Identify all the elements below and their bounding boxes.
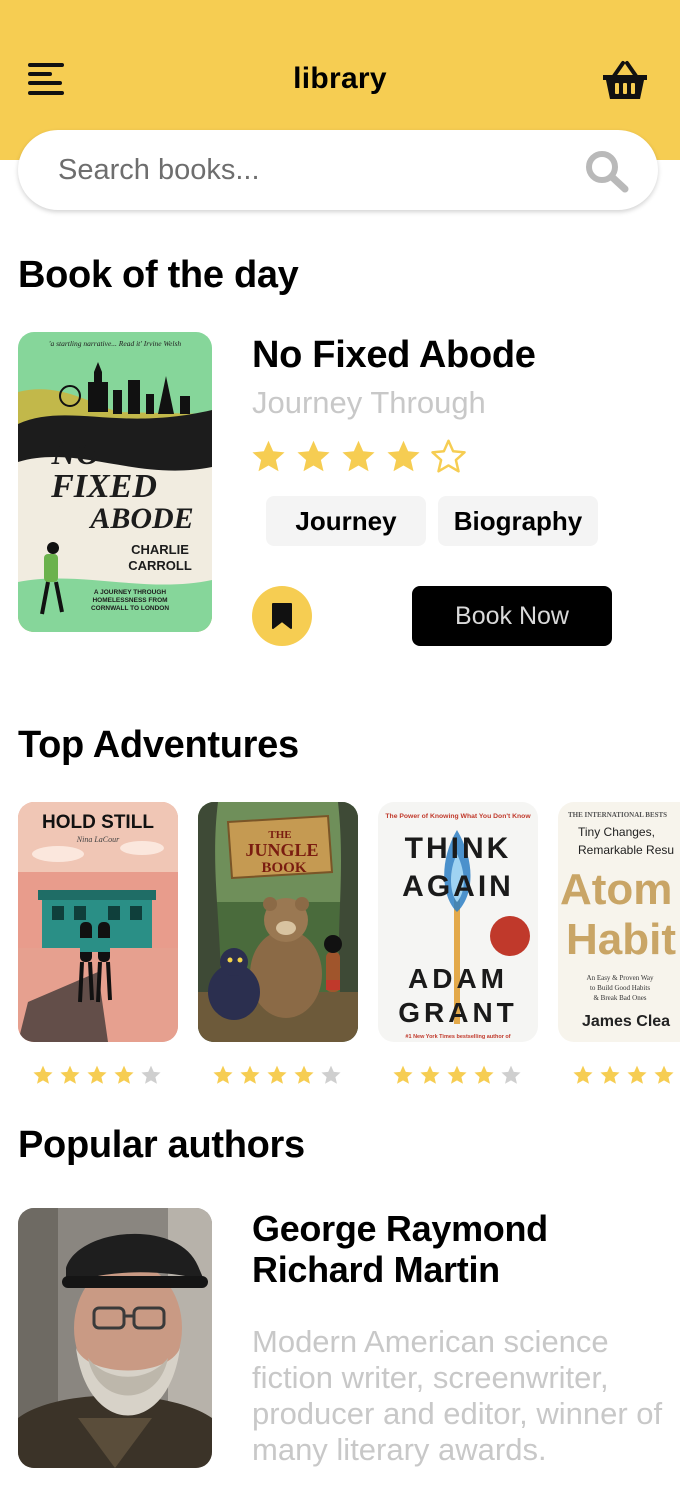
cover-kicker: The Power of Knowing What You Don't Know: [385, 813, 531, 820]
star-filled-icon: [627, 1065, 647, 1084]
cover-title-line-2: FIXED: [50, 468, 157, 505]
section-title-top-adventures: Top Adventures: [18, 724, 299, 766]
basket-icon: [603, 61, 647, 99]
cover-tagline-line-2: to Build Good Habits: [590, 984, 650, 992]
cover-title: HOLD STILL: [42, 812, 154, 833]
cover-author-line-1: ADAM: [408, 963, 508, 994]
cover-blurb: 'a startling narrative... Read it' Irvin…: [49, 339, 182, 348]
star-filled-icon: [474, 1065, 494, 1084]
bookmark-button[interactable]: [252, 586, 312, 646]
star-filled-icon: [393, 1065, 413, 1084]
star-filled-icon: [252, 440, 285, 472]
star-filled-icon: [87, 1065, 107, 1084]
search-input[interactable]: [58, 148, 558, 192]
adventure-book-cover[interactable]: THE JUNGLE BOOK: [198, 802, 358, 1042]
cover-kicker: THE INTERNATIONAL BESTS: [568, 811, 667, 819]
author-photo[interactable]: [18, 1208, 212, 1468]
bookmark-icon: [272, 603, 292, 629]
cover-author-line-2: CARROLL: [128, 558, 192, 573]
author-name[interactable]: George Raymond Richard Martin: [252, 1208, 652, 1290]
cover-tagline-line-3: & Break Bad Ones: [593, 994, 646, 1002]
cover-author-line-2: GRANT: [398, 997, 518, 1028]
star-filled-icon: [297, 440, 330, 472]
book-of-the-day-cover[interactable]: 'a startling narrative... Read it' Irvin…: [18, 332, 212, 632]
star-filled-icon: [114, 1065, 134, 1084]
star-filled-icon: [240, 1065, 260, 1084]
star-filled-icon: [387, 440, 420, 472]
star-filled-icon: [654, 1065, 674, 1084]
book-now-button[interactable]: Book Now: [412, 586, 612, 646]
cover-tagline-line-1: A JOURNEY THROUGH: [94, 589, 167, 596]
star-filled-icon: [33, 1065, 53, 1084]
star-empty-icon: [321, 1065, 341, 1084]
tag-journey[interactable]: Journey: [266, 496, 426, 546]
adventure-book-cover[interactable]: The Power of Knowing What You Don't Know…: [378, 802, 538, 1042]
star-empty-icon: [501, 1065, 521, 1084]
star-filled-icon: [60, 1065, 80, 1084]
book-rating-stars: [212, 1064, 342, 1086]
search-bar: [18, 130, 658, 210]
cover-title-line-1: Atom: [560, 865, 672, 914]
cover-title-line-2: AGAIN: [402, 870, 514, 903]
cover-tagline-line-2: HOMELESSNESS FROM: [92, 597, 167, 604]
star-filled-icon: [342, 440, 375, 472]
cover-author: James Clea: [582, 1013, 670, 1030]
cover-title-line-1: THINK: [405, 832, 512, 865]
tag-biography[interactable]: Biography: [438, 496, 598, 546]
cover-title-line-1: NO: [50, 435, 100, 472]
cover-title-line-3: BOOK: [261, 860, 306, 876]
app-title: library: [293, 62, 387, 95]
author-bio: Modern American science fiction writer, …: [252, 1324, 663, 1467]
cover-tagline-line-1: An Easy & Proven Way: [587, 974, 654, 982]
cover-tagline-line-3: CORNWALL TO LONDON: [91, 605, 169, 612]
star-filled-icon: [213, 1065, 233, 1084]
adventure-book-cover[interactable]: HOLD STILL Nina LaCour: [18, 802, 178, 1042]
section-title-popular-authors: Popular authors: [18, 1124, 305, 1166]
cover-author-line-1: CHARLIE: [131, 542, 189, 557]
cover-title-line-3: ABODE: [88, 502, 193, 535]
book-subtitle: Journey Through: [252, 385, 486, 420]
cover-title-line-2: Habit: [566, 915, 676, 964]
section-title-book-of-the-day: Book of the day: [18, 254, 299, 296]
star-empty-icon: [141, 1065, 161, 1084]
cart-button[interactable]: [601, 60, 649, 102]
book-rating-stars: [572, 1064, 680, 1086]
cover-subtitle-line-2: Remarkable Resu: [578, 843, 674, 857]
star-filled-icon: [267, 1065, 287, 1084]
star-filled-icon: [447, 1065, 467, 1084]
book-rating-stars: [392, 1064, 522, 1086]
star-empty-icon: [431, 439, 466, 473]
cover-title-line-2: JUNGLE: [245, 840, 318, 860]
rating-stars: [250, 438, 467, 482]
cover-subtitle-line-1: Tiny Changes,: [578, 825, 655, 839]
book-title: No Fixed Abode: [252, 334, 536, 376]
search-icon[interactable]: [584, 149, 630, 193]
adventure-book-cover[interactable]: THE INTERNATIONAL BESTS Tiny Changes, Re…: [558, 802, 680, 1042]
book-rating-stars: [32, 1064, 162, 1086]
star-filled-icon: [600, 1065, 620, 1084]
star-filled-icon: [573, 1065, 593, 1084]
star-filled-icon: [294, 1065, 314, 1084]
cover-footer: #1 New York Times bestselling author of: [405, 1034, 510, 1040]
cover-author: Nina LaCour: [76, 835, 120, 844]
star-filled-icon: [420, 1065, 440, 1084]
